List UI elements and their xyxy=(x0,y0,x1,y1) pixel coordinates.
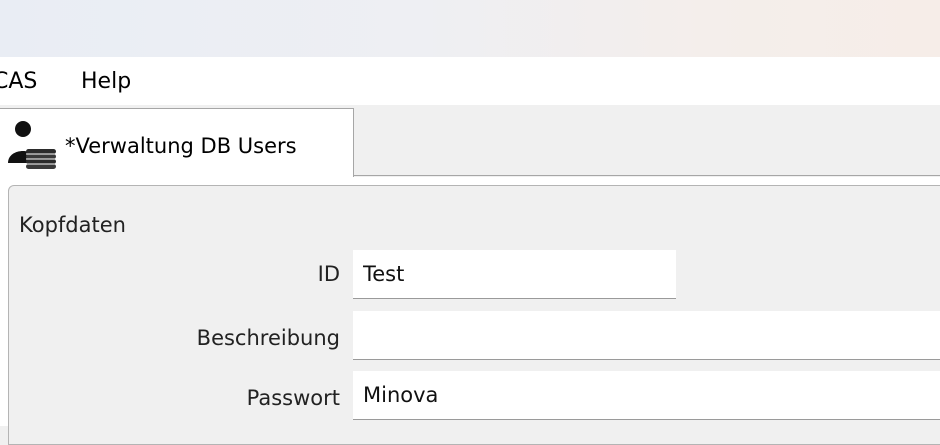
menu-item-cas[interactable]: CAS xyxy=(0,69,37,95)
tab-divider xyxy=(354,175,940,176)
tab-verwaltung-db-users[interactable]: *Verwaltung DB Users xyxy=(0,108,354,177)
menu-item-help[interactable]: Help xyxy=(81,69,131,95)
tab-label: *Verwaltung DB Users xyxy=(65,134,297,158)
tab-strip: *Verwaltung DB Users xyxy=(0,105,940,177)
passwort-field[interactable] xyxy=(353,371,940,420)
window-titlebar xyxy=(0,0,940,57)
passwort-label: Passwort xyxy=(246,386,340,410)
user-database-icon xyxy=(8,121,56,169)
editor-content: Kopfdaten ID Beschreibung Passwort xyxy=(0,177,940,445)
beschreibung-field[interactable] xyxy=(353,311,940,360)
group-title: Kopfdaten xyxy=(19,213,126,237)
id-field[interactable] xyxy=(353,250,676,299)
menu-bar: CAS Help xyxy=(0,57,940,105)
beschreibung-label: Beschreibung xyxy=(196,326,340,350)
id-label: ID xyxy=(317,262,340,286)
